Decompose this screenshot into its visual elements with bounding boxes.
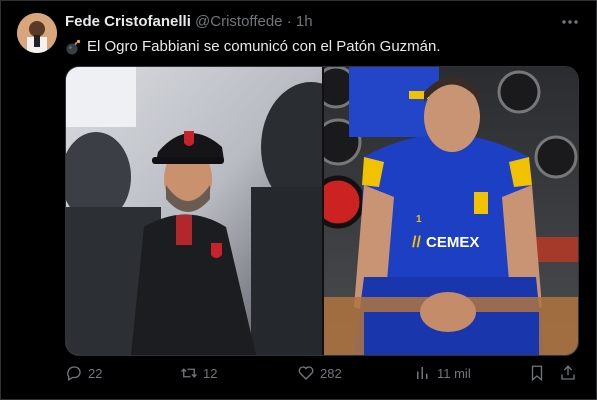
views-icon: [417, 367, 428, 379]
tweet-header: Fede Cristofanelli @Cristoffede · 1h: [65, 13, 313, 30]
views-button[interactable]: 11 mil: [414, 364, 471, 382]
media-photo-left[interactable]: [66, 67, 322, 355]
like-count: 282: [320, 365, 342, 381]
views-count: 11 mil: [437, 365, 471, 381]
sponsor-text: CEMEX: [426, 234, 479, 251]
heart-icon: [298, 366, 314, 380]
more-options-icon[interactable]: [560, 12, 580, 32]
tweet-body: El Ogro Fabbiani se comunicó con el Pató…: [65, 38, 441, 55]
retweet-icon: [181, 368, 197, 378]
tweet-time[interactable]: 1h: [296, 13, 313, 30]
retweet-count: 12: [203, 365, 218, 381]
tweet-actions: 22 12 282 11 mil: [65, 364, 577, 388]
separator-dot: ·: [286, 13, 292, 30]
media-grid[interactable]: // CEMEX 1: [65, 66, 579, 356]
bookmark-icon: [531, 365, 543, 382]
share-icon: [561, 365, 575, 380]
author-avatar[interactable]: [17, 13, 57, 53]
reply-count: 22: [88, 365, 103, 381]
author-name[interactable]: Fede Cristofanelli: [65, 13, 191, 30]
media-photo-right[interactable]: // CEMEX 1: [324, 67, 578, 355]
author-handle[interactable]: @Cristoffede: [195, 13, 283, 30]
reply-button[interactable]: 22: [65, 364, 102, 382]
like-button[interactable]: 282: [297, 364, 342, 382]
svg-text://: //: [412, 234, 421, 251]
tweet-text: El Ogro Fabbiani se comunicó con el Pató…: [87, 38, 441, 55]
retweet-button[interactable]: 12: [180, 364, 217, 382]
share-button[interactable]: [559, 364, 577, 382]
jersey-number: 1: [416, 214, 422, 225]
bomb-icon: [65, 39, 81, 55]
bookmark-button[interactable]: [528, 364, 546, 382]
reply-icon: [67, 366, 81, 381]
